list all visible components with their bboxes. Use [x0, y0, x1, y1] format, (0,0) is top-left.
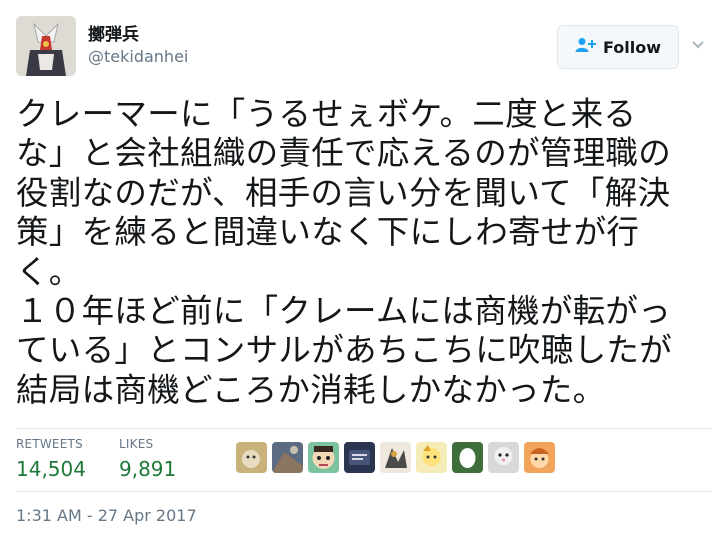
- retweets-count: 14,504: [16, 457, 86, 481]
- follow-button-label: Follow: [602, 37, 661, 57]
- tweet-line: クレーマーに「うるせぇボケ。二度と来る: [16, 95, 637, 133]
- tweet-line: な」と会社組織の責任で応えるのが管理職の: [16, 134, 672, 173]
- liker-avatar[interactable]: [452, 442, 483, 473]
- tweet-line: 策」を練ると間違いなく下にしわ寄せが行: [16, 213, 640, 252]
- tweet-line: 役割なのだが、相手の言い分を聞いて「解決: [16, 173, 671, 212]
- liker-avatar[interactable]: [272, 442, 303, 473]
- tweet-line: １０年ほど前に「クレームには商機が転がっ: [16, 292, 672, 331]
- tweet-timestamp[interactable]: 1:31 AM - 27 Apr 2017: [16, 506, 197, 525]
- liker-avatars: [236, 442, 555, 473]
- tweet-line: 結局は商機どころか消耗しかなかった。: [16, 370, 606, 409]
- display-name[interactable]: 擲弾兵: [88, 20, 139, 45]
- liker-avatar[interactable]: [344, 442, 375, 473]
- divider: [16, 491, 712, 492]
- liker-avatar[interactable]: [524, 442, 555, 473]
- liker-avatar[interactable]: [236, 442, 267, 473]
- likes-count: 9,891: [119, 457, 177, 481]
- divider: [16, 428, 712, 429]
- add-user-icon: [575, 37, 597, 57]
- liker-avatar[interactable]: [488, 442, 519, 473]
- tweet-line: く。: [16, 252, 82, 291]
- likes-label: LIKES: [119, 437, 154, 451]
- retweets-stat[interactable]: RETWEETS 14,504: [16, 437, 86, 481]
- user-handle[interactable]: @tekidanhei: [88, 47, 188, 66]
- follow-button[interactable]: Follow: [557, 25, 679, 69]
- liker-avatar[interactable]: [416, 442, 447, 473]
- likes-stat[interactable]: LIKES 9,891: [119, 437, 176, 481]
- liker-avatar[interactable]: [380, 442, 411, 473]
- avatar[interactable]: [16, 16, 76, 76]
- tweet-line: ている」とコンサルがあちこちに吹聴したが: [16, 331, 673, 370]
- retweets-label: RETWEETS: [16, 437, 83, 451]
- liker-avatar[interactable]: [308, 442, 339, 473]
- tweet-text: クレーマーに「うるせぇボケ。二度と来る な」と会社組織の責任で応えるのが管理職の…: [16, 95, 706, 410]
- chevron-down-icon[interactable]: [690, 36, 706, 52]
